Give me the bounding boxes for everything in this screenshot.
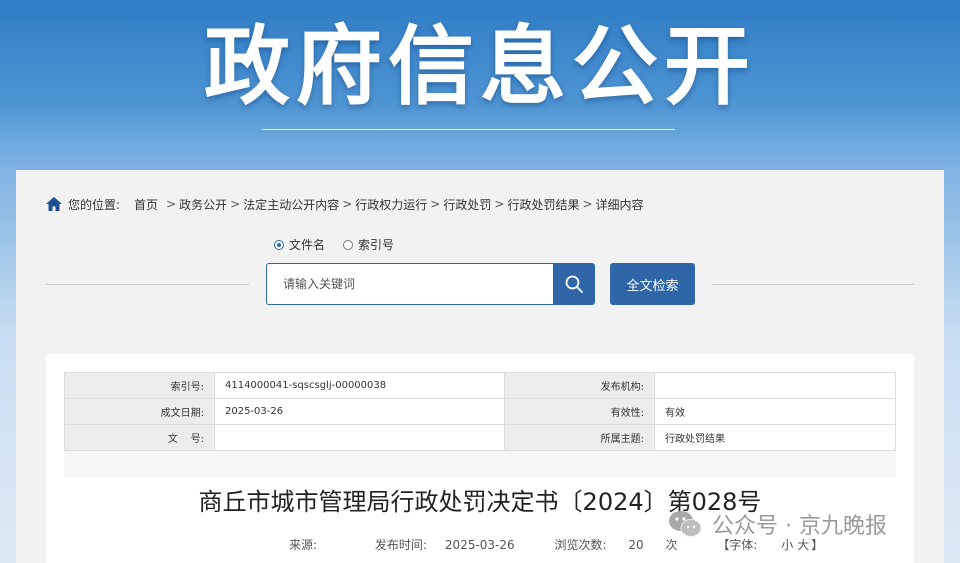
home-icon — [46, 197, 62, 211]
meta-value-index: 4114000041-sqscsglj-00000038 — [214, 372, 505, 399]
font-size-small-link[interactable]: 小 — [781, 538, 793, 552]
search-button[interactable] — [553, 263, 595, 305]
meta-key-validity: 有效性: — [504, 398, 655, 425]
breadcrumb-link-penalty-result[interactable]: 行政处罚结果 — [507, 196, 579, 213]
meta-value-doc-number — [214, 424, 505, 451]
font-size-label: 【字体: — [717, 538, 758, 552]
meta-value-validity: 有效 — [654, 398, 896, 425]
meta-key-publisher: 发布机构: — [504, 372, 655, 399]
publish-time-value: 2025-03-26 — [444, 538, 515, 552]
breadcrumb-link-statutory[interactable]: 法定主动公开内容 — [243, 196, 339, 213]
breadcrumb: 您的位置: 首页 > 政务公开 > 法定主动公开内容 > 行政权力运行 > 行政… — [46, 196, 644, 212]
radio-filename-indicator[interactable] — [274, 239, 284, 250]
radio-index-number-label: 索引号 — [358, 238, 395, 252]
divider-left — [46, 284, 249, 285]
search-icon — [565, 275, 583, 293]
breadcrumb-link-gov-affairs[interactable]: 政务公开 — [179, 196, 227, 213]
view-count-unit: 次 — [665, 538, 678, 552]
radio-filename[interactable]: 文件名 — [274, 236, 325, 253]
breadcrumb-separator: > — [342, 197, 353, 211]
publish-time-label: 发布时间: — [374, 538, 427, 552]
breadcrumb-prefix: 您的位置: — [68, 197, 121, 212]
fulltext-search-button[interactable]: 全文检索 — [610, 263, 695, 305]
breadcrumb-separator: > — [494, 197, 505, 211]
view-count-label: 浏览次数: — [554, 538, 607, 552]
source-field: 来源: — [289, 538, 357, 552]
meta-key-doc-number: 文 号: — [64, 424, 215, 451]
breadcrumb-link-penalty[interactable]: 行政处罚 — [443, 196, 491, 213]
breadcrumb-current: 详细内容 — [595, 197, 644, 212]
meta-key-topic: 所属主题: — [504, 424, 655, 451]
search-input[interactable] — [266, 263, 554, 305]
meta-key-index: 索引号: — [64, 372, 215, 399]
radio-index-number-indicator[interactable] — [343, 239, 354, 250]
content-panel: 您的位置: 首页 > 政务公开 > 法定主动公开内容 > 行政权力运行 > 行政… — [16, 170, 944, 563]
breadcrumb-separator: > — [230, 197, 241, 211]
breadcrumb-separator: > — [582, 197, 593, 211]
wechat-icon — [669, 511, 702, 537]
breadcrumb-link-admin-power[interactable]: 行政权力运行 — [355, 196, 427, 213]
font-size-control: 【字体: 小大】 — [717, 538, 841, 552]
radio-index-number[interactable]: 索引号 — [343, 236, 394, 253]
breadcrumb-separator: > — [166, 197, 177, 211]
radio-filename-label: 文件名 — [289, 238, 326, 252]
table-row: 文 号: 所属主题: 行政处罚结果 — [64, 424, 896, 451]
source-label: 来源: — [289, 538, 318, 552]
breadcrumb-home-link[interactable]: 首页 — [134, 196, 158, 213]
breadcrumb-separator: > — [430, 197, 441, 211]
watermark: 公众号 · 京九晚报 — [668, 508, 887, 540]
view-count-field: 浏览次数: 20 次 — [555, 538, 700, 552]
meta-key-date: 成文日期: — [64, 398, 215, 425]
page-banner-title: 政府信息公开 — [204, 17, 756, 117]
view-count-value: 20 — [628, 538, 644, 552]
search-type-options: 文件名 索引号 — [274, 236, 412, 253]
divider-right — [712, 284, 914, 285]
banner-divider — [262, 129, 675, 130]
font-size-large-link[interactable]: 大 — [797, 538, 809, 552]
watermark-text: 公众号 · 京九晚报 — [712, 514, 887, 539]
meta-value-topic: 行政处罚结果 — [654, 424, 896, 451]
meta-value-publisher — [654, 372, 896, 399]
meta-value-date: 2025-03-26 — [214, 398, 505, 425]
meta-table-footer — [64, 451, 896, 477]
table-row: 成文日期: 2025-03-26 有效性: 有效 — [64, 398, 896, 425]
table-row: 索引号: 4114000041-sqscsglj-00000038 发布机构: — [64, 372, 896, 399]
font-size-close: 】 — [811, 538, 824, 552]
publish-time-field: 发布时间: 2025-03-26 — [375, 538, 537, 552]
document-meta-table: 索引号: 4114000041-sqscsglj-00000038 发布机构: … — [64, 372, 896, 451]
